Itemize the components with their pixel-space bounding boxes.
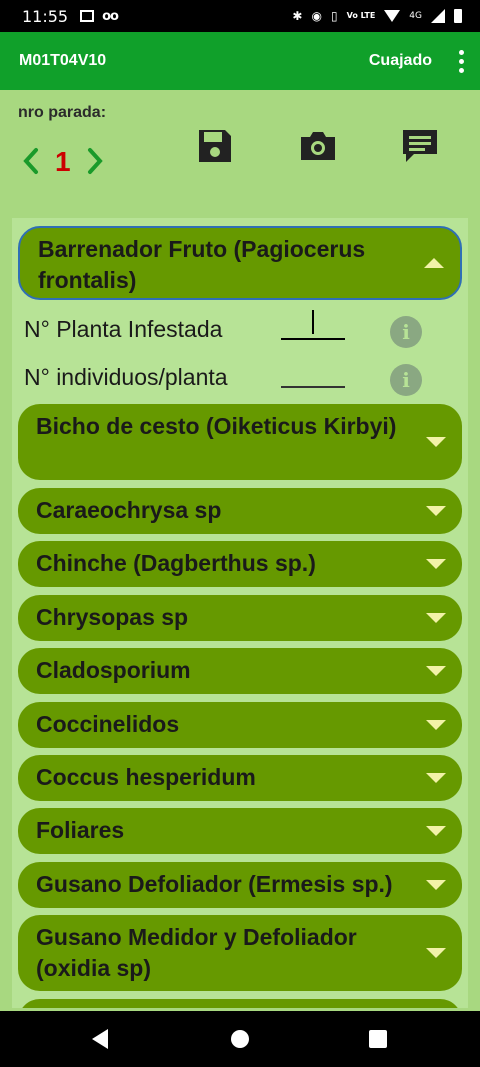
accordion-item[interactable]: Caraeochrysa sp	[18, 488, 462, 534]
back-icon[interactable]	[92, 1029, 108, 1049]
chevron-down-icon[interactable]	[426, 948, 446, 958]
accordion-item-label: Barrenador Fruto (Pagiocerus frontalis)	[38, 236, 366, 293]
info-icon[interactable]: i	[390, 364, 422, 396]
field-label: N° Planta Infestada	[24, 316, 223, 342]
individuos-planta-input[interactable]	[281, 386, 345, 388]
stop-number: 1	[55, 146, 71, 177]
accordion-item[interactable]: Coccinelidos	[18, 702, 462, 748]
accordion-item-label: Coccus hesperidum	[36, 764, 256, 790]
chevron-down-icon[interactable]	[426, 880, 446, 890]
status-time: 11:55	[22, 6, 69, 26]
chevron-down-icon[interactable]	[426, 506, 446, 516]
volte-icon: Vo LTE	[346, 11, 376, 20]
accordion-item-label: Bicho de cesto (Oiketicus Kirbyi)	[36, 413, 397, 439]
status-bar: 11:55 oo ✱ ◉ ▯ Vo LTE 4G	[0, 0, 480, 32]
signal-icon	[431, 9, 445, 23]
accordion-item[interactable]: Chrysopas sp	[18, 595, 462, 641]
save-icon[interactable]	[195, 126, 235, 166]
accordion-item[interactable]: Foliares	[18, 808, 462, 854]
accordion-item[interactable]: Cladosporium	[18, 648, 462, 694]
field-label: N° individuos/planta	[24, 364, 228, 390]
location-icon: ◉	[311, 9, 322, 23]
accordion-item-label: Chinche (Dagberthus sp.)	[36, 550, 316, 576]
content-area: Barrenador Fruto (Pagiocerus frontalis) …	[0, 208, 480, 1011]
accordion-item-label: Cladosporium	[36, 657, 191, 683]
vibrate-icon: ▯	[330, 9, 338, 23]
home-icon[interactable]	[231, 1030, 249, 1048]
overflow-menu-icon[interactable]	[456, 49, 466, 73]
accordion-item-label: Caraeochrysa sp	[36, 497, 222, 523]
accordion-item[interactable]: Bicho de cesto (Oiketicus Kirbyi)	[18, 404, 462, 480]
planta-infestada-input[interactable]	[281, 338, 345, 340]
app-bar: M01T04V10 Cuajado	[0, 32, 480, 90]
network-type: 4G	[409, 11, 422, 21]
accordion-item-expanded[interactable]: Barrenador Fruto (Pagiocerus frontalis)	[18, 226, 462, 300]
chevron-up-icon[interactable]	[424, 258, 444, 268]
accordion-item[interactable]: Gusano Defoliador (Ermesis sp.)	[18, 862, 462, 908]
accordion-item[interactable]: Gusano Medidor y Defoliador (oxidia sp)	[18, 915, 462, 991]
accordion-item-label: Gusano Defoliador (Ermesis sp.)	[36, 871, 393, 897]
info-icon[interactable]: i	[390, 316, 422, 348]
app-title: M01T04V10	[19, 52, 107, 69]
chevron-right-icon[interactable]	[84, 146, 106, 176]
chevron-down-icon[interactable]	[426, 720, 446, 730]
accordion-item-label: Coccinelidos	[36, 711, 180, 737]
pest-list: Barrenador Fruto (Pagiocerus frontalis) …	[12, 218, 468, 1008]
chevron-down-icon[interactable]	[426, 773, 446, 783]
chevron-down-icon[interactable]	[426, 437, 446, 447]
chevron-down-icon[interactable]	[426, 666, 446, 676]
camera-icon[interactable]	[298, 126, 338, 166]
field-row: N° Planta Infestada i	[24, 310, 444, 350]
accordion-item-label: Foliares	[36, 817, 125, 843]
accordion-item[interactable]: Chinche (Dagberthus sp.)	[18, 541, 462, 587]
accordion-item-label: Gusano Medidor y Defoliador (oxidia sp)	[36, 924, 357, 981]
chevron-down-icon[interactable]	[426, 559, 446, 569]
bluetooth-icon: ✱	[292, 9, 303, 23]
stop-toolbar: nro parada: 1	[0, 90, 480, 208]
chevron-left-icon[interactable]	[20, 146, 42, 176]
system-nav-bar	[0, 1011, 480, 1067]
stop-label: nro parada:	[18, 104, 107, 121]
field-row: N° individuos/planta i	[24, 358, 444, 398]
accordion-item[interactable]	[18, 999, 462, 1008]
accordion-item-label: Chrysopas sp	[36, 604, 189, 630]
image-notification-icon	[80, 10, 95, 22]
comment-icon[interactable]	[400, 126, 440, 166]
text-caret	[312, 310, 314, 334]
battery-icon	[454, 9, 462, 23]
chevron-down-icon[interactable]	[426, 613, 446, 623]
wifi-icon	[384, 10, 401, 22]
voicemail-icon: oo	[102, 8, 119, 24]
stage-button[interactable]: Cuajado	[369, 52, 432, 70]
chevron-down-icon[interactable]	[426, 826, 446, 836]
recents-icon[interactable]	[369, 1030, 387, 1048]
accordion-item[interactable]: Coccus hesperidum	[18, 755, 462, 801]
